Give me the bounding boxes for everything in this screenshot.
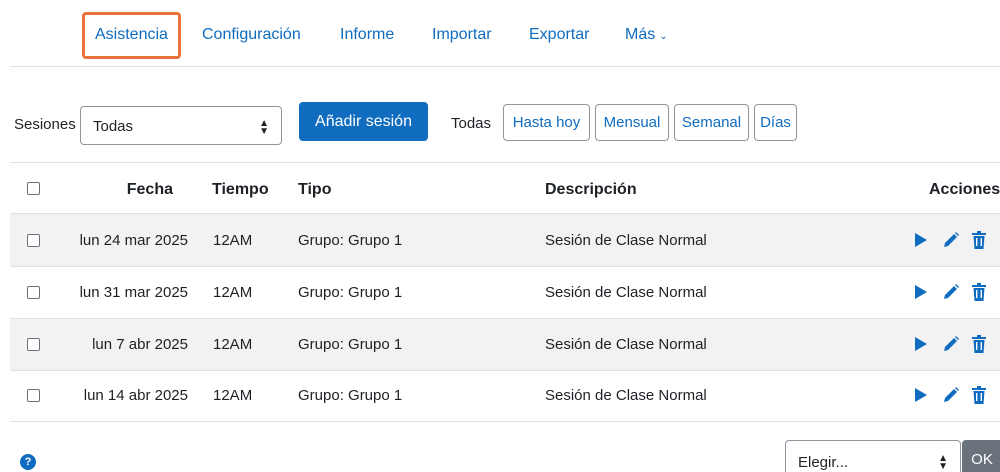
tab-label: Exportar bbox=[529, 26, 590, 43]
header-time[interactable]: Tiempo bbox=[212, 181, 269, 199]
tab-configuracion[interactable]: Configuración bbox=[202, 24, 301, 46]
tab-exportar[interactable]: Exportar bbox=[529, 24, 589, 46]
filter-monthly-button[interactable]: Mensual bbox=[595, 104, 669, 141]
help-icon[interactable]: ? bbox=[20, 454, 36, 470]
sessions-label: Sesiones bbox=[14, 116, 76, 133]
row-time: 12AM bbox=[213, 284, 253, 301]
row-time: 12AM bbox=[213, 336, 253, 353]
tab-label: Importar bbox=[432, 26, 492, 43]
divider bbox=[10, 266, 1000, 267]
trash-icon[interactable] bbox=[972, 386, 986, 404]
header-actions: Acciones bbox=[929, 181, 1000, 198]
row-checkbox[interactable] bbox=[27, 286, 40, 299]
tab-informe[interactable]: Informe bbox=[340, 24, 394, 46]
tab-asistencia[interactable]: Asistencia bbox=[82, 12, 181, 59]
play-icon[interactable] bbox=[914, 232, 928, 248]
filter-until-today-button[interactable]: Hasta hoy bbox=[503, 104, 590, 141]
select-all-checkbox[interactable] bbox=[27, 182, 40, 195]
table-top-border bbox=[10, 162, 1000, 163]
row-description: Sesión de Clase Normal bbox=[545, 336, 707, 353]
sessions-select[interactable]: Todas ▲ ▼ bbox=[80, 106, 282, 145]
tab-mas[interactable]: Más ⌄ bbox=[625, 24, 668, 48]
select-arrows-icon: ▲ ▼ bbox=[938, 453, 948, 472]
tab-label: Asistencia bbox=[95, 26, 168, 43]
divider bbox=[10, 421, 1000, 422]
add-session-button[interactable]: Añadir sesión bbox=[299, 102, 428, 141]
row-time: 12AM bbox=[213, 387, 253, 404]
select-arrows-icon: ▲ ▼ bbox=[259, 118, 269, 137]
edit-pencil-icon[interactable] bbox=[942, 335, 960, 353]
row-date: lun 14 abr 2025 bbox=[83, 387, 188, 404]
edit-pencil-icon[interactable] bbox=[942, 386, 960, 404]
row-date: lun 31 mar 2025 bbox=[79, 284, 188, 301]
select-value: Elegir... bbox=[798, 454, 849, 471]
row-date: lun 24 mar 2025 bbox=[79, 232, 188, 249]
trash-icon[interactable] bbox=[972, 335, 986, 353]
secondary-navigation: Asistencia Configuración Informe Importa… bbox=[0, 0, 1000, 68]
row-type: Grupo: Grupo 1 bbox=[298, 336, 403, 353]
row-checkbox[interactable] bbox=[27, 338, 40, 351]
row-type: Grupo: Grupo 1 bbox=[298, 284, 403, 301]
row-description: Sesión de Clase Normal bbox=[545, 232, 707, 249]
filter-weekly-button[interactable]: Semanal bbox=[674, 104, 749, 141]
divider bbox=[10, 66, 1000, 67]
tab-label: Configuración bbox=[202, 26, 301, 43]
header-description[interactable]: Descripción bbox=[545, 181, 637, 199]
trash-icon[interactable] bbox=[972, 231, 986, 249]
row-checkbox[interactable] bbox=[27, 389, 40, 402]
play-icon[interactable] bbox=[914, 284, 928, 300]
chevron-down-icon: ⌄ bbox=[659, 31, 668, 42]
tab-label: Informe bbox=[340, 26, 395, 43]
bulk-action-select[interactable]: Elegir... ▲ ▼ bbox=[785, 440, 961, 472]
divider bbox=[10, 370, 1000, 371]
edit-pencil-icon[interactable] bbox=[942, 231, 960, 249]
view-all-label: Todas bbox=[451, 115, 492, 132]
header-type[interactable]: Tipo bbox=[298, 181, 331, 199]
edit-pencil-icon[interactable] bbox=[942, 283, 960, 301]
tab-importar[interactable]: Importar bbox=[432, 24, 492, 46]
row-date: lun 7 abr 2025 bbox=[92, 336, 188, 353]
row-checkbox[interactable] bbox=[27, 234, 40, 247]
ok-button[interactable]: OK bbox=[962, 440, 1000, 472]
tab-label: Más bbox=[625, 26, 656, 43]
row-time: 12AM bbox=[213, 232, 253, 249]
filter-days-button[interactable]: Días bbox=[754, 104, 797, 141]
play-icon[interactable] bbox=[914, 387, 928, 403]
header-date[interactable]: Fecha bbox=[127, 181, 173, 199]
trash-icon[interactable] bbox=[972, 283, 986, 301]
row-description: Sesión de Clase Normal bbox=[545, 387, 707, 404]
row-type: Grupo: Grupo 1 bbox=[298, 232, 403, 249]
row-type: Grupo: Grupo 1 bbox=[298, 387, 403, 404]
row-description: Sesión de Clase Normal bbox=[545, 284, 707, 301]
play-icon[interactable] bbox=[914, 336, 928, 352]
select-value: Todas bbox=[93, 118, 134, 135]
